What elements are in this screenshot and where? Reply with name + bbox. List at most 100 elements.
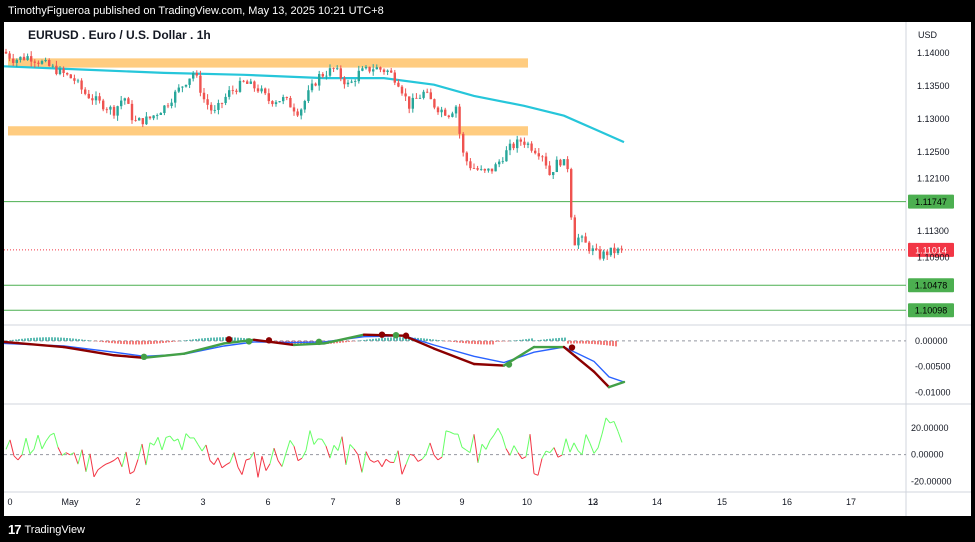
osc-histogram-bar — [114, 340, 116, 344]
osc-histogram-bar — [609, 340, 611, 346]
tradingview-brand[interactable]: 17 TradingView — [8, 518, 85, 542]
candle-body — [30, 56, 33, 62]
price-tick-1.11300: 1.11300 — [917, 226, 949, 236]
osc-histogram-bar — [603, 340, 605, 346]
rsi-segment — [445, 430, 451, 433]
osc-histogram-bar — [162, 340, 164, 344]
osc-histogram-bar — [423, 338, 425, 341]
rsi-segment — [21, 437, 27, 455]
rsi-segment — [153, 437, 159, 446]
osc-histogram-bar — [177, 340, 179, 342]
rsi-segment — [257, 456, 263, 478]
candle-body — [397, 82, 400, 87]
candle-body — [487, 168, 490, 171]
candle-body — [404, 93, 407, 97]
candle-body — [501, 161, 504, 163]
osc-histogram-bar — [84, 339, 86, 341]
osc-histogram-bar — [57, 337, 59, 341]
osc-histogram-bar — [42, 337, 44, 341]
candle-body — [235, 90, 238, 92]
chart-title: EURUSD . Euro / U.S. Dollar . 1h — [28, 28, 211, 42]
rsi-segment — [609, 420, 615, 424]
candle-body — [199, 75, 202, 93]
candle-body — [274, 102, 278, 105]
price-tick-1.13000: 1.13000 — [917, 114, 950, 124]
osc-histogram-bar — [486, 340, 488, 345]
candle-body — [210, 104, 213, 111]
rsi-segment — [313, 438, 319, 445]
osc-histogram-bar — [441, 340, 443, 341]
rsi-segment — [205, 444, 211, 461]
osc-histogram-bar — [375, 338, 377, 341]
rsi-segment — [497, 427, 503, 437]
rsi-segment — [613, 421, 619, 432]
osc-histogram-bar — [51, 337, 53, 341]
rsi-segment — [481, 443, 487, 450]
candle-body — [382, 69, 386, 72]
osc-histogram-bar — [360, 340, 362, 341]
price-tick-1.12500: 1.12500 — [917, 147, 950, 157]
chart-svg[interactable]: 1.117471.104781.100981.11014 1.140001.13… — [2, 22, 971, 516]
x-tick-label-14: 14 — [652, 497, 662, 507]
osc-histogram-bar — [138, 340, 140, 345]
rsi-segment — [269, 448, 275, 464]
osc-histogram-bar — [198, 338, 200, 341]
candle-body — [476, 168, 479, 170]
rsi-segment — [585, 434, 591, 444]
rsi-segment — [81, 449, 87, 472]
rsi-segment — [157, 437, 163, 451]
chart-panel[interactable]: 1.11747 1.10478 1.10098 1.11014 1.14000 1.13… — [2, 22, 971, 516]
osc-histogram-bar — [219, 337, 221, 341]
rsi-segment — [549, 447, 555, 453]
rsi-segment — [89, 453, 95, 477]
candle-body — [350, 81, 353, 83]
price-tick-1.14000: 1.14000 — [917, 48, 950, 58]
osc-histogram-bar — [237, 337, 239, 341]
candle-body — [490, 168, 494, 172]
osc-histogram-bar — [33, 337, 35, 341]
osc-histogram-bar — [426, 338, 428, 341]
osc-histogram-bar — [450, 340, 452, 342]
candle-body — [447, 115, 450, 117]
osc-histogram-bar — [342, 340, 344, 343]
candle-body — [526, 143, 530, 145]
candle-body — [238, 80, 242, 92]
osc-histogram-bar — [120, 340, 122, 344]
candle-body — [523, 141, 526, 145]
rsi-segment — [413, 455, 419, 462]
osc-histogram-bar — [27, 338, 29, 341]
candle-body — [512, 143, 515, 149]
rsi-segment — [213, 457, 219, 465]
rsi-segment — [33, 434, 39, 450]
osc-histogram-bar — [465, 340, 467, 344]
candle-body — [411, 97, 414, 109]
candle-body — [15, 59, 18, 63]
candle-body — [534, 150, 537, 154]
rsi-segment — [17, 454, 23, 461]
brand-name: TradingView — [24, 524, 86, 536]
rsi-segment — [261, 456, 267, 471]
candle-body — [318, 73, 321, 86]
x-tick-label-16: 16 — [782, 497, 792, 507]
candle-body — [249, 81, 252, 84]
osc-histogram-bar — [189, 339, 191, 341]
osc-histogram-bar — [378, 338, 380, 341]
osc-histogram-bar — [186, 340, 188, 341]
osc-histogram-bar — [480, 340, 482, 345]
candle-body — [271, 101, 274, 105]
osc-histogram-bar — [459, 340, 461, 343]
candle-body — [613, 247, 616, 254]
rsi-segment — [249, 451, 255, 460]
osc-histogram-bar — [171, 340, 173, 342]
osc-histogram-bar — [123, 340, 125, 345]
rsi-segment — [441, 430, 447, 458]
osc-histogram-bar — [504, 340, 506, 342]
osc-histogram-bar — [462, 340, 464, 344]
rsi-segment — [449, 431, 455, 435]
osc-histogram-bar — [516, 340, 518, 341]
candle-body — [33, 61, 36, 63]
rsi-tick-0.00000: 0.00000 — [911, 450, 944, 460]
candle-body — [494, 164, 497, 172]
osc-histogram-bar — [549, 338, 551, 341]
osc-histogram-bar — [87, 340, 89, 341]
